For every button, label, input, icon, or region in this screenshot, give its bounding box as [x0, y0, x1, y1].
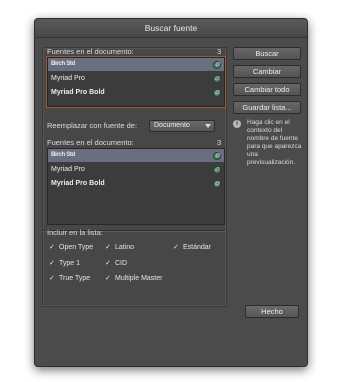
- check-icon: ✓: [49, 260, 55, 267]
- list-item[interactable]: Myriad Pro Bold 𝑂: [48, 177, 224, 190]
- font-name: Myriad Pro: [51, 166, 85, 173]
- font-name: Birch Std: [51, 61, 75, 67]
- change-button[interactable]: Cambiar: [233, 65, 301, 78]
- font-name: Birch Std: [51, 152, 75, 158]
- dialog-title: Buscar fuente: [35, 19, 307, 38]
- check-icon: ✓: [105, 275, 111, 282]
- info-text: Haga clic en el contexto del nombre de f…: [247, 119, 302, 166]
- opentype-icon: 𝑂: [213, 180, 221, 188]
- opentype-icon: 𝑂: [213, 152, 221, 160]
- opentype-icon: 𝑂: [213, 61, 221, 69]
- chevron-down-icon: [205, 124, 211, 128]
- opentype-icon: 𝑂: [213, 75, 221, 83]
- replace-fonts-count: 3: [217, 138, 222, 147]
- check-icon: ✓: [49, 244, 55, 251]
- check-icon: ✓: [105, 244, 111, 251]
- replace-fonts-list[interactable]: Birch Std 𝑂 Myriad Pro 𝑂 Myriad Pro Bold…: [47, 148, 225, 225]
- checkbox-open-type[interactable]: ✓ Open Type: [49, 243, 93, 251]
- replace-source-select[interactable]: Documento: [149, 120, 215, 132]
- replace-fonts-label: Fuentes en el documento:: [47, 138, 134, 147]
- replace-source-value: Documento: [154, 122, 190, 129]
- check-icon: ✓: [173, 244, 179, 251]
- find-font-dialog: Buscar fuente Fuentes en el documento: 3…: [34, 18, 308, 367]
- save-list-button[interactable]: Guardar lista...: [233, 101, 301, 114]
- checkbox-estandar[interactable]: ✓ Estándar: [173, 243, 211, 251]
- opentype-icon: 𝑂: [213, 89, 221, 97]
- replace-label: Reemplazar con fuente de:: [47, 121, 138, 130]
- list-item[interactable]: Myriad Pro 𝑂: [48, 163, 224, 176]
- checkbox-cid[interactable]: ✓ CID: [105, 259, 127, 267]
- done-button[interactable]: Hecho: [245, 305, 299, 318]
- font-name: Myriad Pro: [51, 75, 85, 82]
- info-icon: i: [233, 120, 241, 128]
- list-item[interactable]: Myriad Pro 𝑂: [48, 72, 224, 85]
- checkbox-type1[interactable]: ✓ Type 1: [49, 259, 80, 267]
- doc-fonts-list[interactable]: Birch Std 𝑂 Myriad Pro 𝑂 Myriad Pro Bold…: [47, 57, 225, 107]
- checkbox-true-type[interactable]: ✓ True Type: [49, 274, 90, 282]
- checkbox-latino[interactable]: ✓ Latino: [105, 243, 134, 251]
- list-item[interactable]: Birch Std 𝑂: [48, 149, 224, 162]
- find-button[interactable]: Buscar: [233, 47, 301, 60]
- checkbox-multiple-master[interactable]: ✓ Multiple Master: [105, 274, 162, 282]
- list-item[interactable]: Birch Std 𝑂: [48, 58, 224, 71]
- font-name: Myriad Pro Bold: [51, 180, 105, 187]
- change-all-button[interactable]: Cambiar todo: [233, 83, 301, 96]
- include-label: Incluir en la lista:: [47, 228, 103, 237]
- check-icon: ✓: [49, 275, 55, 282]
- opentype-icon: 𝑂: [213, 166, 221, 174]
- doc-fonts-label: Fuentes en el documento:: [47, 47, 134, 56]
- font-name: Myriad Pro Bold: [51, 89, 105, 96]
- doc-fonts-count: 3: [217, 47, 222, 56]
- check-icon: ✓: [105, 260, 111, 267]
- list-item[interactable]: Myriad Pro Bold 𝑂: [48, 86, 224, 99]
